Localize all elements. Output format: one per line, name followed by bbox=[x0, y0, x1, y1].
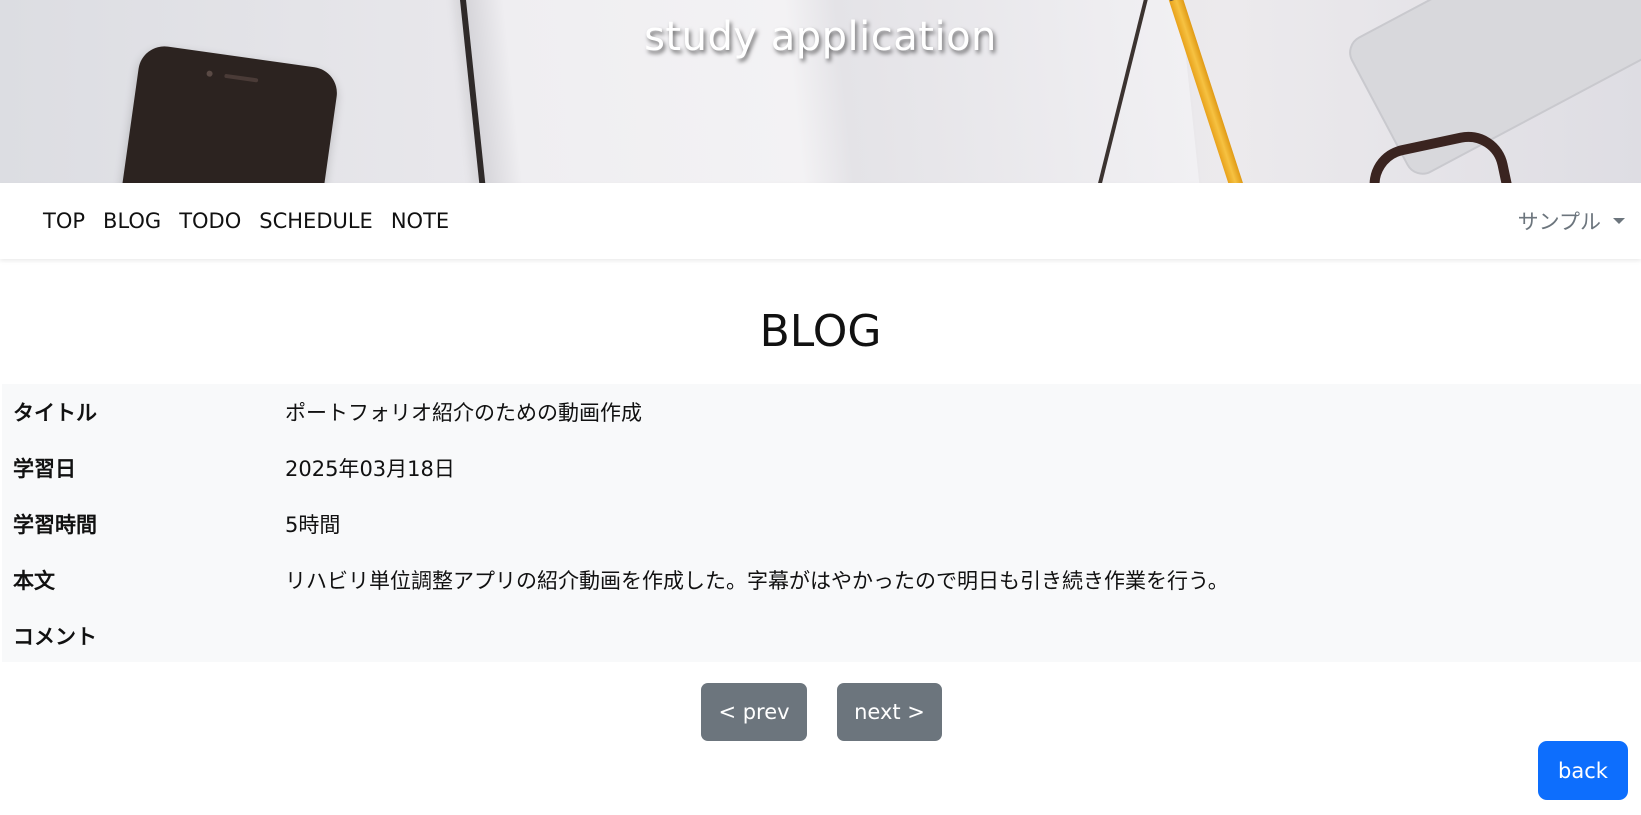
back-button[interactable]: back bbox=[1538, 741, 1628, 800]
detail-label: タイトル bbox=[13, 401, 97, 425]
nav-link-note[interactable]: NOTE bbox=[391, 209, 449, 233]
nav-link-schedule[interactable]: SCHEDULE bbox=[259, 209, 373, 233]
nav-link-top[interactable]: TOP bbox=[43, 209, 85, 233]
user-dropdown[interactable]: サンプル bbox=[1518, 183, 1625, 259]
blog-detail-table: タイトル ポートフォリオ紹介のための動画作成 学習日 2025年03月18日 学… bbox=[2, 384, 1641, 662]
banner-phone-image bbox=[115, 43, 341, 183]
chevron-down-icon bbox=[1613, 218, 1625, 224]
nav-link-blog[interactable]: BLOG bbox=[103, 209, 161, 233]
phone-camera bbox=[206, 70, 213, 78]
detail-label: 学習時間 bbox=[13, 513, 97, 537]
phone-speaker bbox=[224, 73, 259, 83]
prev-button[interactable]: < prev bbox=[701, 683, 807, 741]
nav-links: TOP BLOG TODO SCHEDULE NOTE bbox=[34, 183, 458, 259]
header-banner: study application bbox=[0, 0, 1641, 183]
main-navbar: TOP BLOG TODO SCHEDULE NOTE サンプル bbox=[0, 183, 1641, 259]
detail-value: リハビリ単位調整アプリの紹介動画を作成した。字幕がはやかったので明日も引き続き作… bbox=[285, 569, 1229, 593]
page-title: BLOG bbox=[759, 306, 882, 357]
nav-link-todo[interactable]: TODO bbox=[179, 209, 241, 233]
detail-value: 2025年03月18日 bbox=[285, 457, 455, 481]
detail-label: 本文 bbox=[13, 569, 55, 593]
detail-row-study-time: 学習時間 5時間 bbox=[2, 496, 1641, 552]
detail-row-body: 本文 リハビリ単位調整アプリの紹介動画を作成した。字幕がはやかったので明日も引き… bbox=[2, 552, 1641, 608]
detail-value: 5時間 bbox=[285, 513, 341, 537]
detail-label: コメント bbox=[13, 625, 97, 649]
detail-row-comment: コメント bbox=[2, 608, 1641, 664]
detail-label: 学習日 bbox=[13, 457, 76, 481]
site-title: study application bbox=[644, 14, 997, 60]
detail-row-study-date: 学習日 2025年03月18日 bbox=[2, 440, 1641, 496]
detail-value: ポートフォリオ紹介のための動画作成 bbox=[285, 401, 642, 425]
next-button[interactable]: next > bbox=[837, 683, 942, 741]
user-dropdown-label: サンプル bbox=[1517, 210, 1601, 234]
detail-row-title: タイトル ポートフォリオ紹介のための動画作成 bbox=[2, 384, 1641, 440]
